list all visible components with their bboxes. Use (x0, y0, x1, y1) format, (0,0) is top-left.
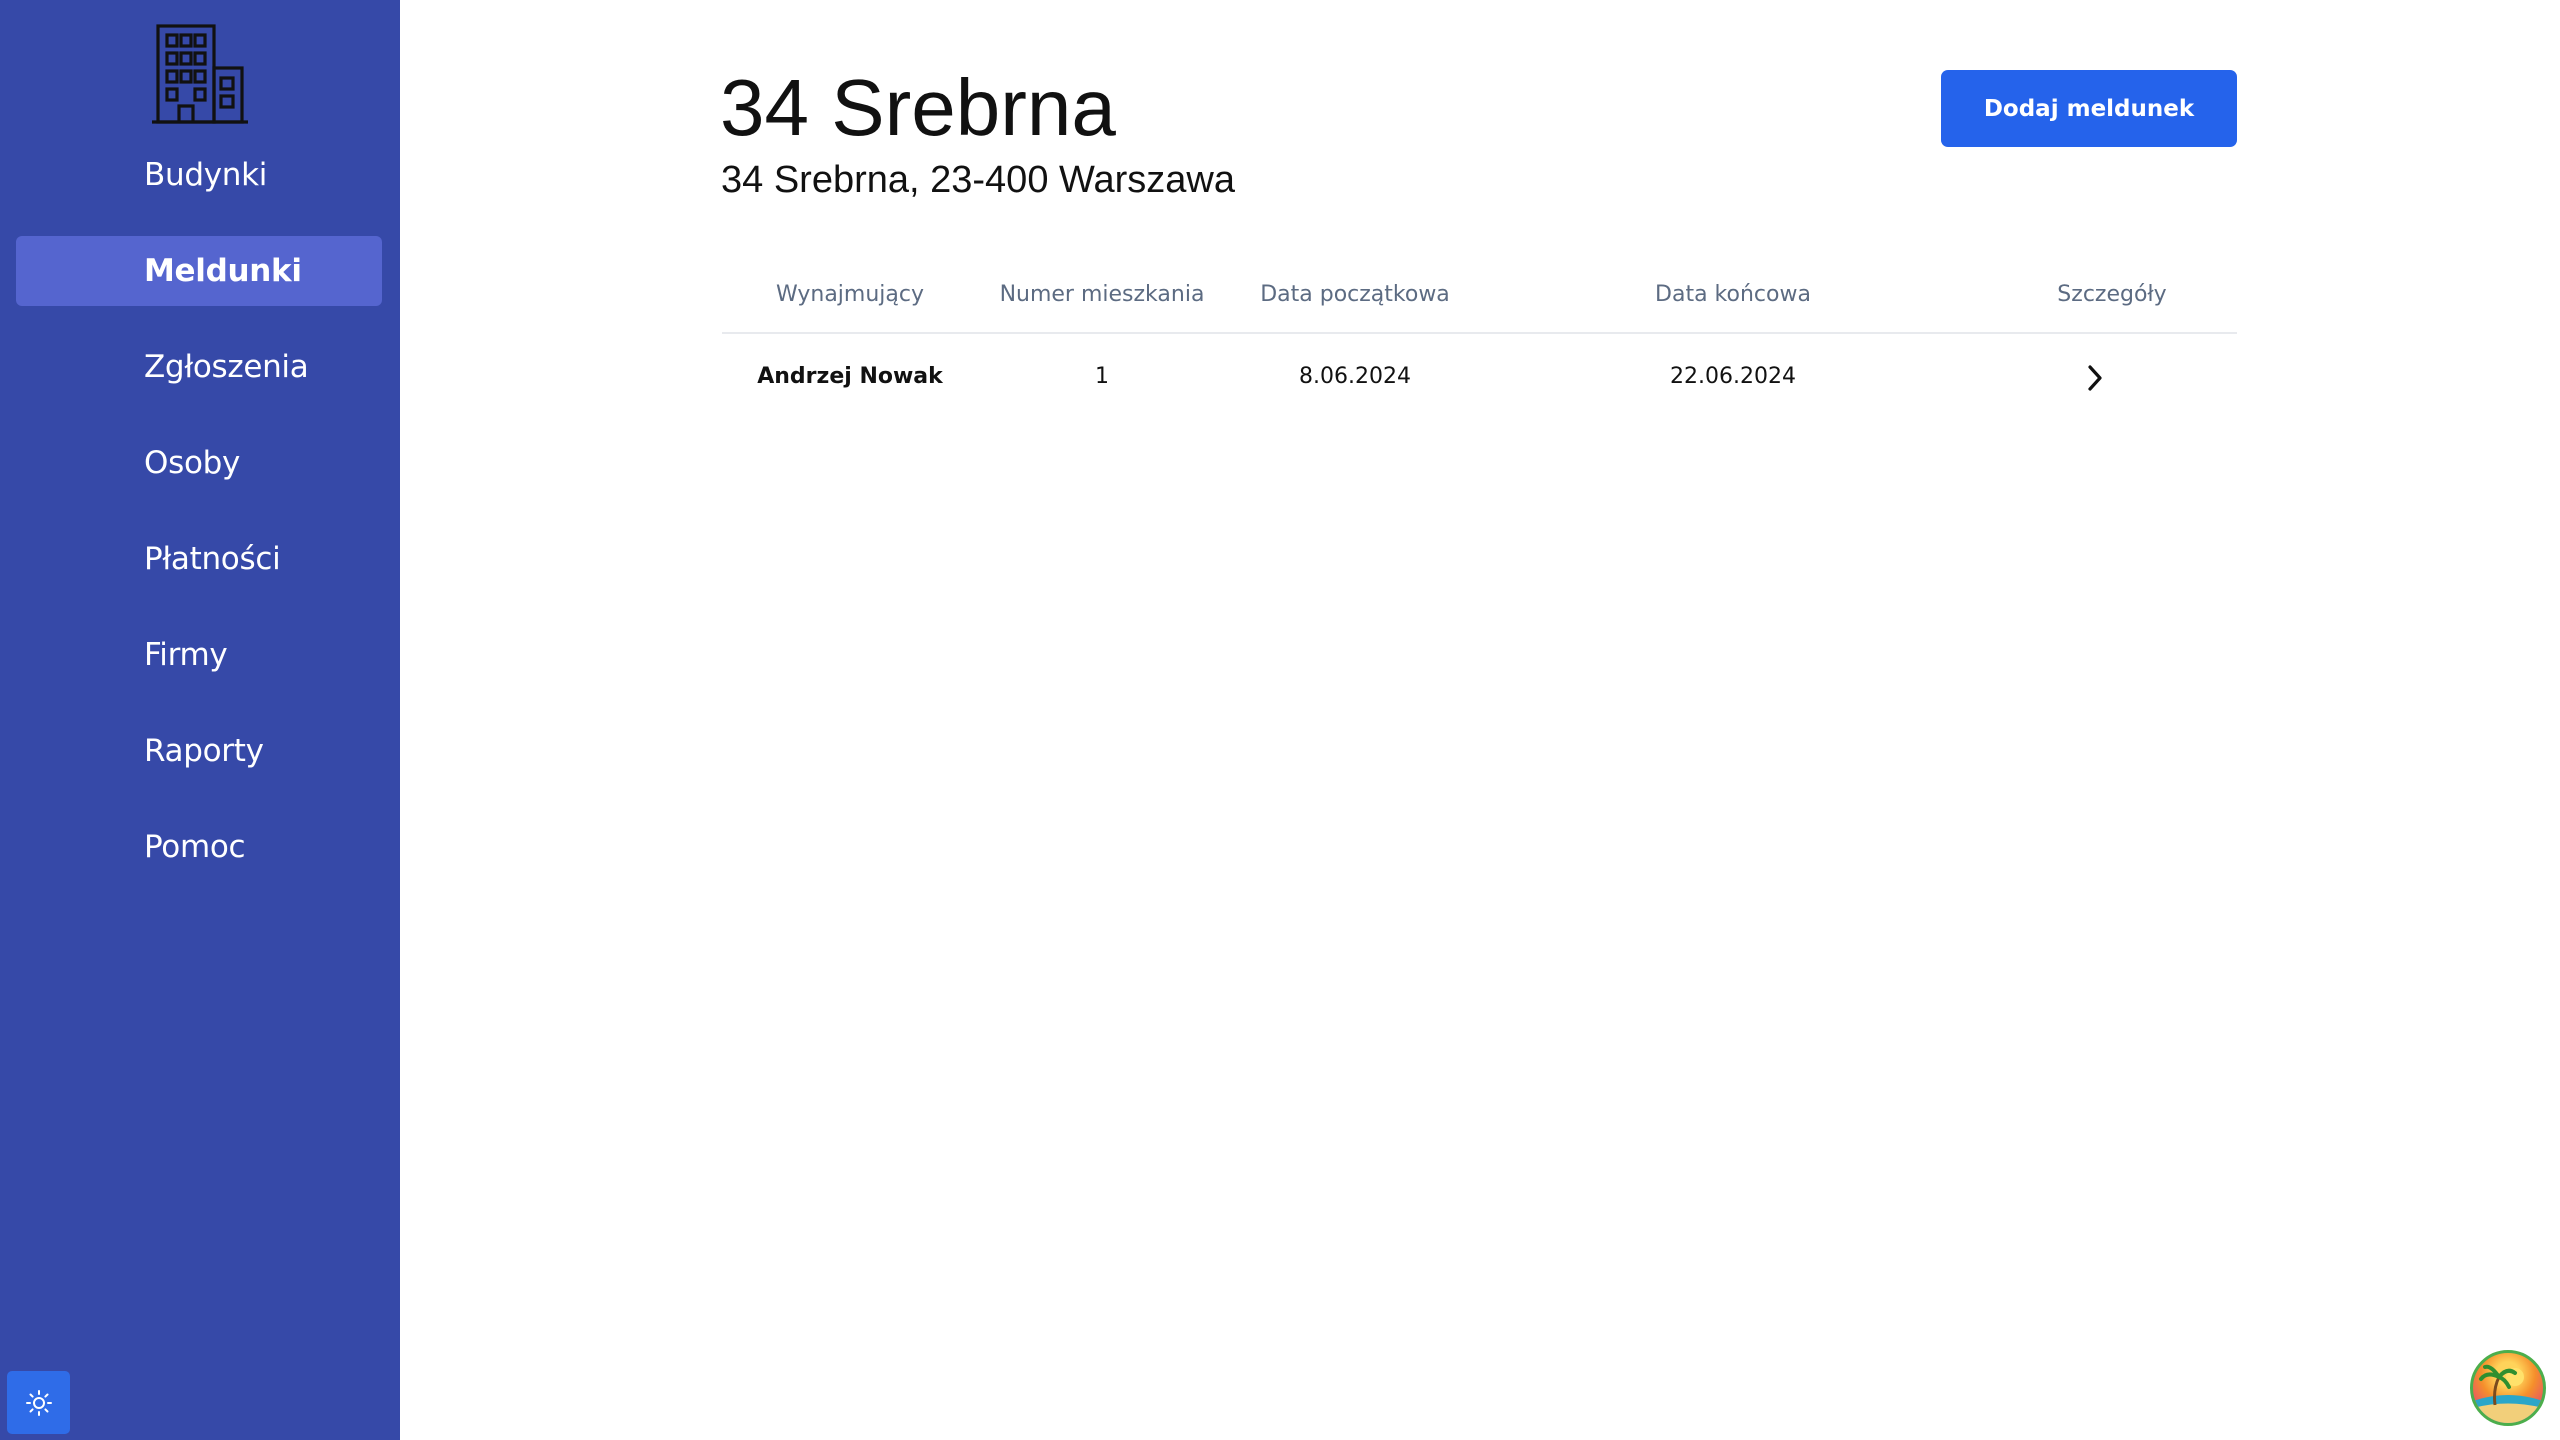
sidebar-item-osoby[interactable]: Osoby (16, 428, 382, 498)
sidebar-item-label: Zgłoszenia (144, 349, 309, 385)
table-header: Wynajmujący Numer mieszkania Data począt… (722, 262, 2237, 334)
theme-toggle-button[interactable] (7, 1371, 70, 1434)
sidebar-item-label: Raporty (144, 733, 264, 769)
sidebar-item-label: Meldunki (144, 253, 302, 289)
start-date-cell: 8.06.2024 (1299, 364, 1411, 389)
sidebar-item-label: Pomoc (144, 829, 246, 865)
end-date-cell: 22.06.2024 (1670, 364, 1796, 389)
page-title: 34 Srebrna (720, 63, 1116, 152)
app: Budynki Meldunki Zgłoszenia Osoby Płatno… (0, 0, 2560, 1440)
sidebar-item-label: Płatności (144, 541, 281, 577)
sidebar-item-meldunki[interactable]: Meldunki (16, 236, 382, 306)
building-icon[interactable] (150, 22, 250, 128)
sidebar-item-zgloszenia[interactable]: Zgłoszenia (16, 332, 382, 402)
sidebar-item-label: Firmy (144, 637, 228, 673)
beach-avatar-icon[interactable] (2470, 1350, 2546, 1426)
sidebar-item-platnosci[interactable]: Płatności (16, 524, 382, 594)
sidebar-item-label: Budynki (144, 157, 268, 193)
tenant-cell: Andrzej Nowak (757, 364, 943, 389)
page-subtitle: 34 Srebrna, 23-400 Warszawa (721, 159, 1235, 201)
column-header-start-date: Data początkowa (1260, 282, 1450, 307)
sun-icon (25, 1389, 52, 1416)
details-button[interactable] (2075, 358, 2115, 398)
sidebar-item-raporty[interactable]: Raporty (16, 716, 382, 786)
sidebar-item-budynki[interactable]: Budynki (16, 140, 382, 210)
apartment-cell: 1 (1095, 364, 1109, 389)
sidebar: Budynki Meldunki Zgłoszenia Osoby Płatno… (0, 0, 400, 1440)
column-header-tenant: Wynajmujący (775, 282, 925, 307)
column-header-details: Szczegóły (2057, 282, 2167, 307)
sidebar-item-firmy[interactable]: Firmy (16, 620, 382, 690)
add-registration-button[interactable]: Dodaj meldunek (1941, 70, 2237, 147)
registrations-table: Wynajmujący Numer mieszkania Data począt… (722, 262, 2237, 426)
sidebar-item-pomoc[interactable]: Pomoc (16, 812, 382, 882)
sidebar-item-label: Osoby (144, 445, 241, 481)
column-header-end-date: Data końcowa (1655, 282, 1811, 307)
column-header-apartment: Numer mieszkania (999, 282, 1205, 307)
chevron-right-icon (2088, 365, 2102, 391)
table-row: Andrzej Nowak 1 8.06.2024 22.06.2024 (722, 334, 2237, 426)
